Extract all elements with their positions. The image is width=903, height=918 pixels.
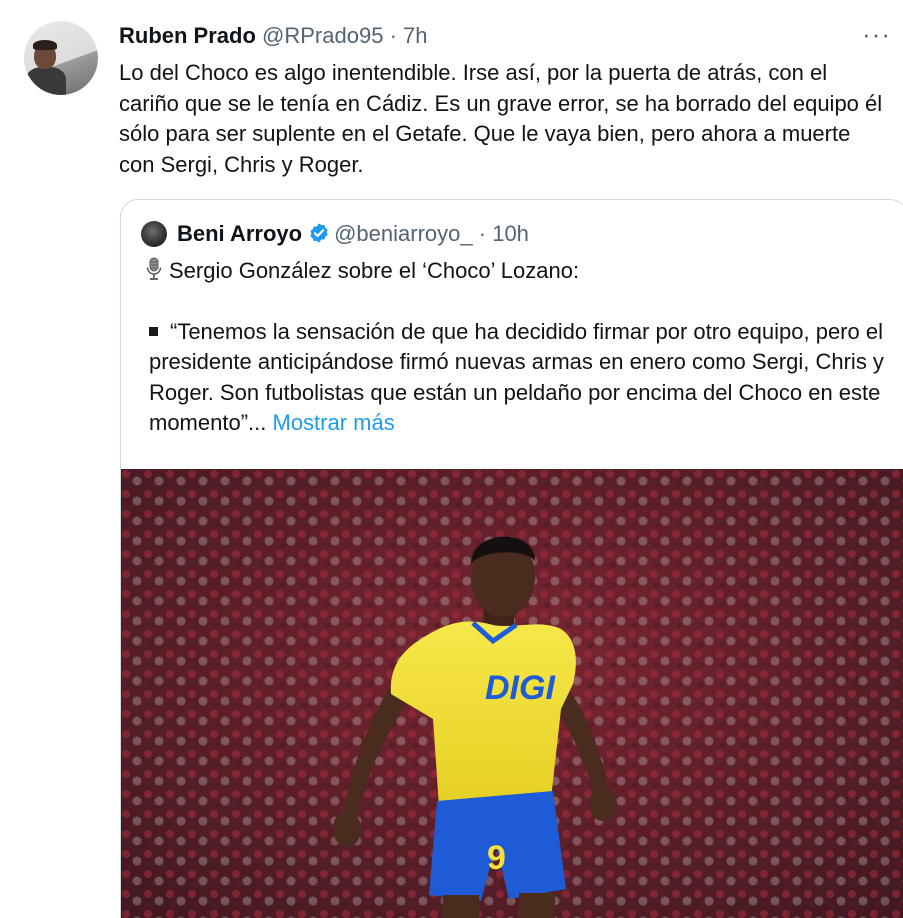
quoted-tweet[interactable]: Beni Arroyo @beniarroyo_ · 10h Sergio Gon… [120,199,903,918]
quoted-line-intro: Sergio González sobre el ‘Choco’ Lozano: [143,256,903,287]
quoted-author-handle[interactable]: @beniarroyo_ [334,221,473,246]
quoted-timestamp[interactable]: 10h [492,221,529,246]
quoted-tweet-text: Sergio González sobre el ‘Choco’ Lozano:… [143,256,903,439]
author-avatar[interactable] [24,21,98,95]
quoted-tweet-photo[interactable]: DIGI 9 [121,469,903,918]
verified-badge-icon [310,223,328,243]
author-handle[interactable]: @RPrado95 [262,23,383,48]
quoted-line-quote: “Tenemos la sensación de que ha decidido… [143,317,903,439]
tweet-text: Lo del Choco es algo inentendible. Irse … [119,60,883,177]
author-name[interactable]: Ruben Prado [119,23,256,48]
tweet-header: Ruben Prado @RPrado95 · 7h [119,22,428,50]
show-more-link[interactable]: Mostrar más [273,410,395,435]
microphone-icon [146,257,162,280]
quoted-tweet-header: Beni Arroyo @beniarroyo_ · 10h [177,220,529,248]
quoted-intro-text: Sergio González sobre el ‘Choco’ Lozano: [169,258,580,283]
quoted-author-avatar[interactable] [141,221,167,247]
bullet-square-icon [149,326,158,336]
quoted-quote-text: “Tenemos la sensación de que ha decidido… [149,318,884,436]
more-options-icon[interactable]: ··· [862,21,891,47]
player-photo: DIGI 9 [121,469,903,918]
tweet-timestamp[interactable]: 7h [403,23,427,48]
separator-dot: · [389,23,397,48]
quoted-separator-dot: · [478,221,487,246]
shirt-sponsor: DIGI [485,669,556,707]
tweet[interactable]: Ruben Prado @RPrado95 · 7h ··· Lo del Ch… [0,0,903,918]
shorts-number: 9 [487,839,506,877]
quoted-author-name[interactable]: Beni Arroyo [177,221,302,246]
